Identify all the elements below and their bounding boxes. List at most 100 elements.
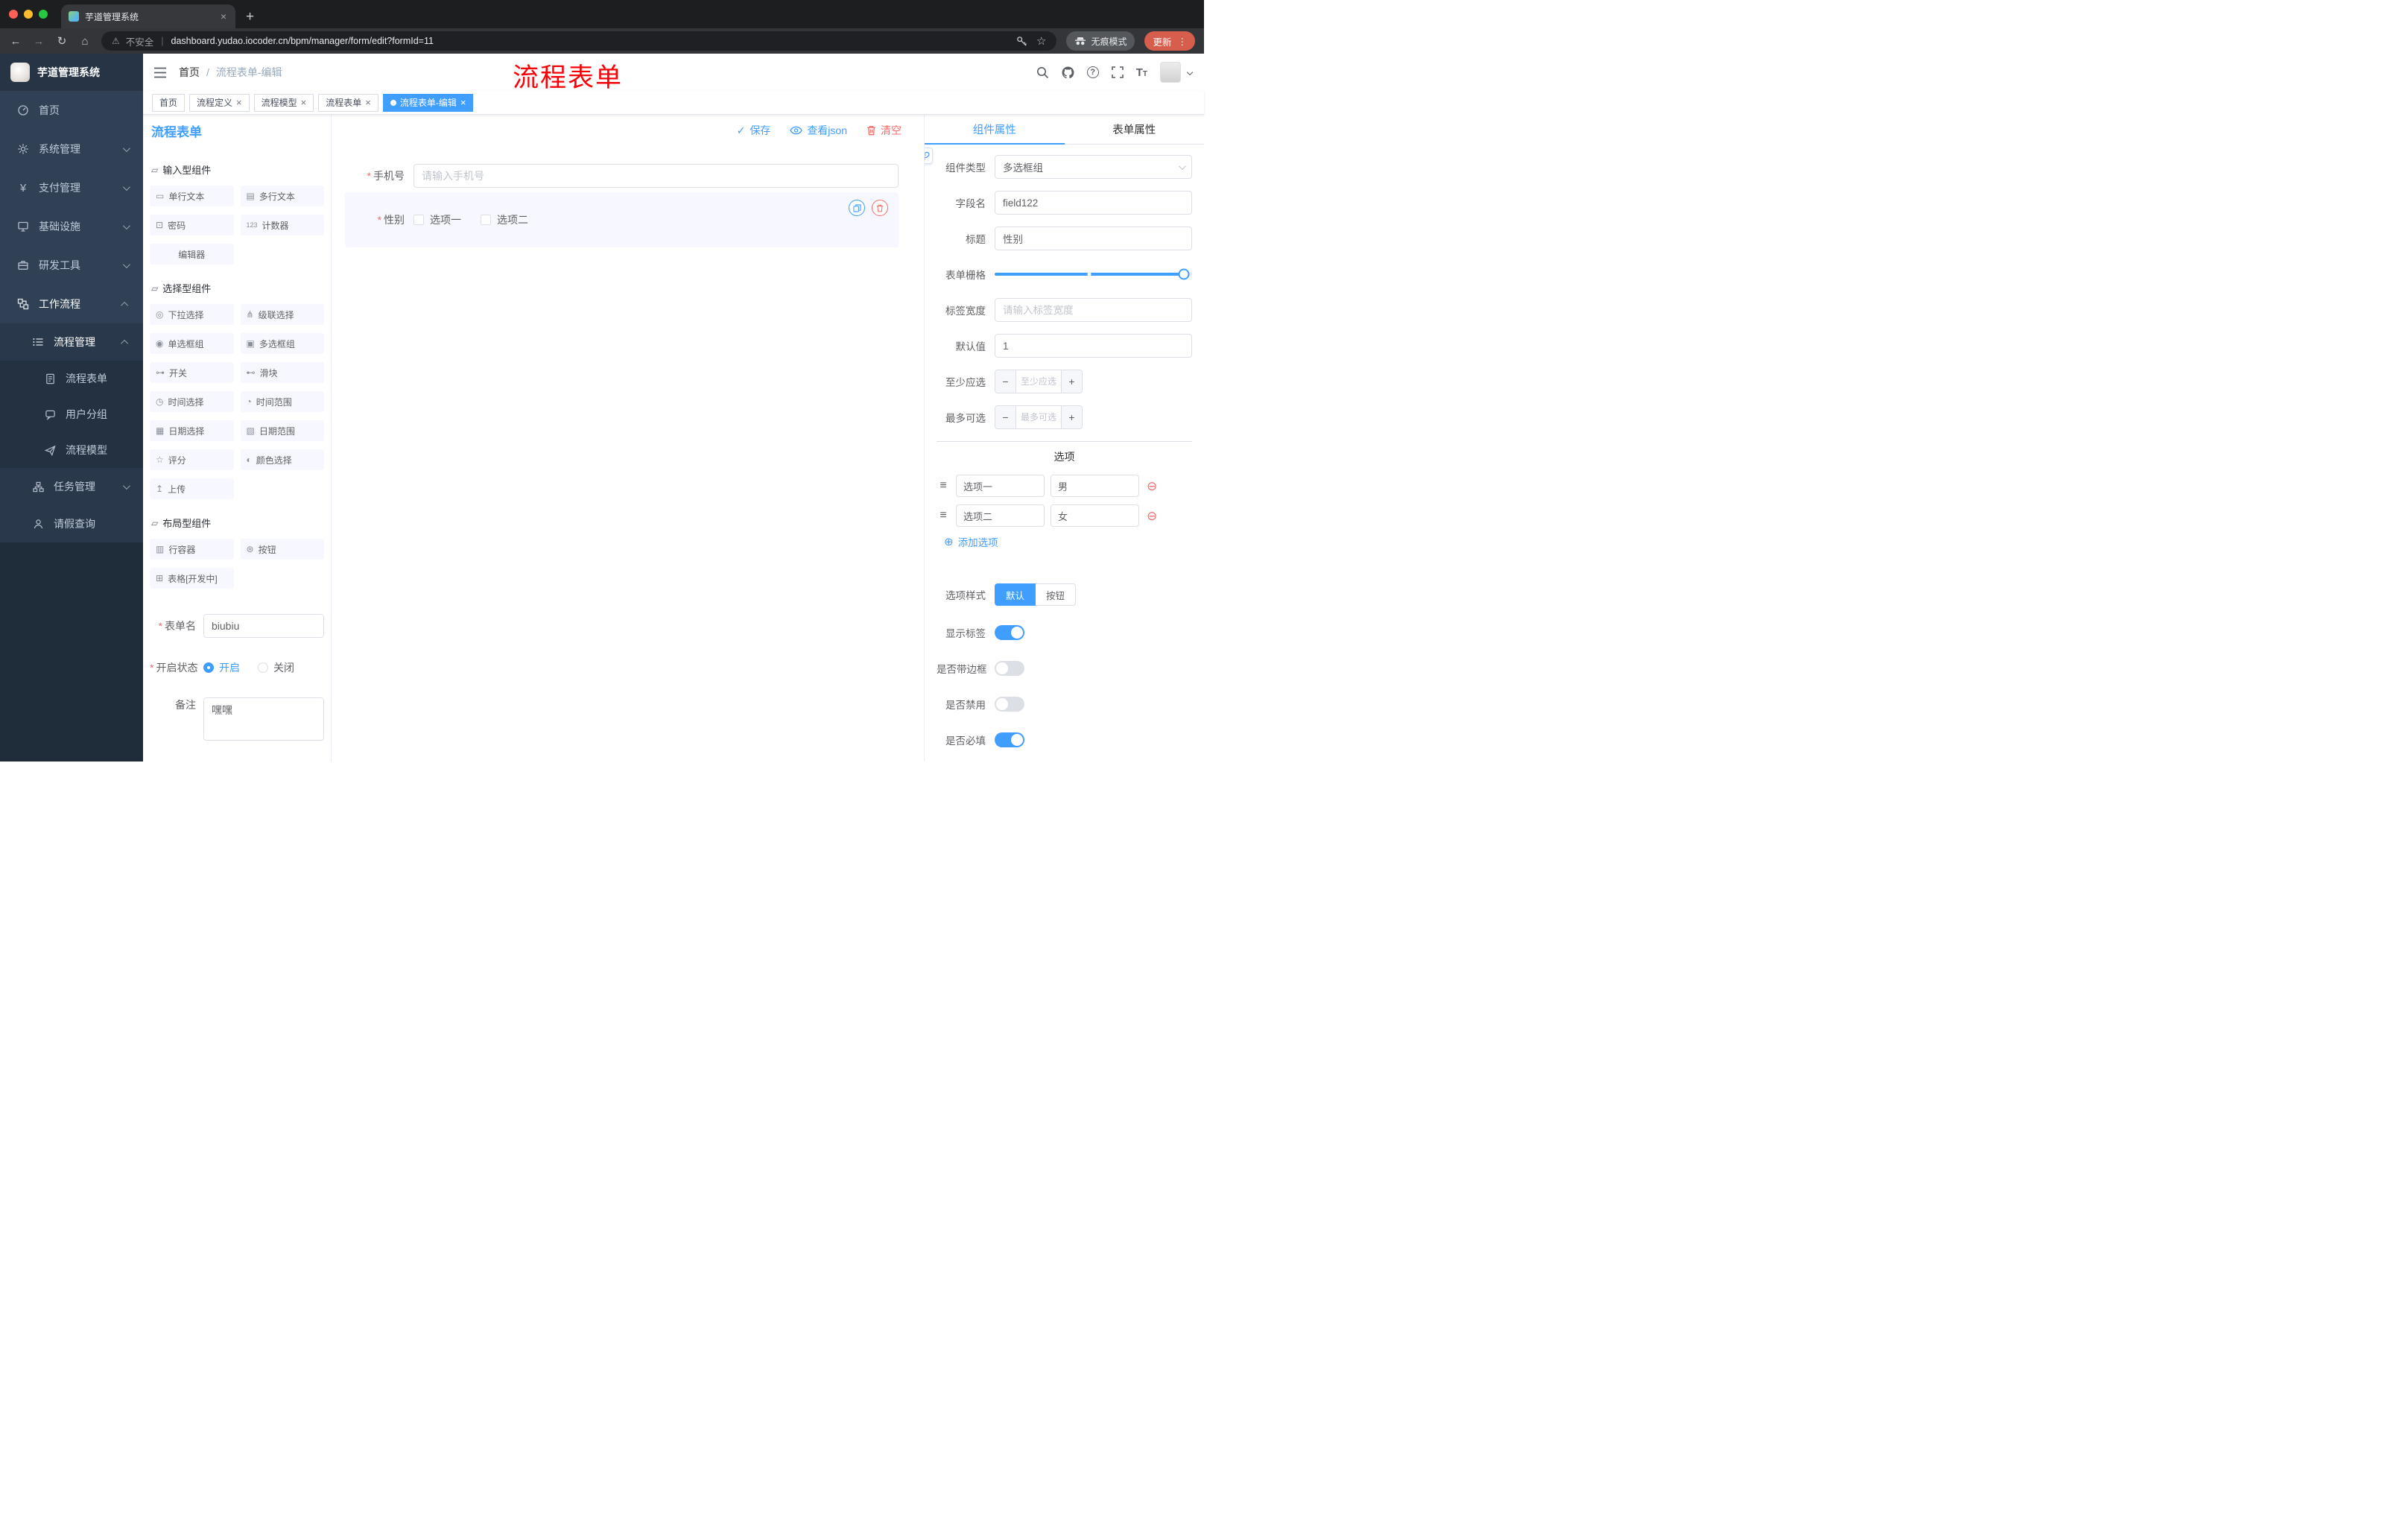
remove-option-icon[interactable]: ⊖ bbox=[1147, 480, 1157, 493]
tag-home[interactable]: 首页 bbox=[152, 93, 186, 112]
back-icon[interactable]: ← bbox=[9, 35, 22, 48]
option-2-label-input[interactable] bbox=[956, 504, 1045, 527]
required-switch[interactable] bbox=[995, 732, 1024, 747]
style-button-button[interactable]: 按钮 bbox=[1036, 583, 1077, 606]
disabled-switch[interactable] bbox=[995, 697, 1024, 712]
sidebar-item-user-group[interactable]: 用户分组 bbox=[0, 396, 143, 432]
label-width-input[interactable] bbox=[995, 298, 1192, 322]
component-time-range[interactable]: ◔ 时间范围 bbox=[240, 391, 324, 412]
tag-process-form[interactable]: 流程表单 × bbox=[318, 93, 378, 112]
sidebar-item-payment[interactable]: ¥ 支付管理 bbox=[0, 168, 143, 207]
password-key-icon[interactable] bbox=[1016, 36, 1027, 47]
canvas-field-phone[interactable]: 手机号 bbox=[345, 164, 899, 188]
default-value-input[interactable] bbox=[995, 334, 1192, 358]
gender-option-1-checkbox[interactable]: 选项一 bbox=[414, 212, 461, 227]
delete-field-button[interactable] bbox=[872, 200, 888, 216]
home-icon[interactable]: ⌂ bbox=[78, 35, 92, 48]
sidebar-item-infrastructure[interactable]: 基础设施 bbox=[0, 207, 143, 246]
security-label[interactable]: 不安全 bbox=[126, 34, 154, 48]
option-1-value-input[interactable] bbox=[1051, 475, 1139, 497]
slider-handle[interactable] bbox=[1178, 268, 1190, 280]
component-radio-group[interactable]: ◉ 单选框组 bbox=[150, 333, 234, 354]
style-default-button[interactable]: 默认 bbox=[995, 583, 1036, 606]
tag-close-icon[interactable]: × bbox=[236, 98, 242, 107]
reload-icon[interactable]: ↻ bbox=[55, 34, 69, 48]
save-button[interactable]: ✓ 保存 bbox=[737, 123, 771, 138]
sidebar-item-task-management[interactable]: 任务管理 bbox=[0, 468, 143, 505]
tag-close-icon[interactable]: × bbox=[460, 98, 466, 107]
tag-process-definition[interactable]: 流程定义 × bbox=[189, 93, 250, 112]
component-switch[interactable]: ⊶ 开关 bbox=[150, 362, 234, 383]
component-checkbox-group[interactable]: ▣ 多选框组 bbox=[240, 333, 324, 354]
option-1-label-input[interactable] bbox=[956, 475, 1045, 497]
sidebar-item-system[interactable]: 系统管理 bbox=[0, 130, 143, 168]
help-icon[interactable]: ? bbox=[1086, 66, 1099, 78]
add-option-button[interactable]: ⊕ 添加选项 bbox=[944, 534, 1192, 549]
field-name-input[interactable] bbox=[995, 191, 1192, 215]
url-text[interactable]: dashboard.yudao.iocoder.cn/bpm/manager/f… bbox=[171, 36, 434, 46]
status-radio-on[interactable]: 开启 bbox=[203, 660, 240, 675]
link-icon[interactable] bbox=[925, 148, 933, 164]
component-password[interactable]: ⊡ 密码 bbox=[150, 215, 234, 235]
tab-close-icon[interactable]: × bbox=[219, 10, 228, 22]
window-minimize-button[interactable] bbox=[24, 10, 33, 19]
phone-field-input[interactable] bbox=[414, 164, 899, 188]
hamburger-icon[interactable] bbox=[153, 67, 167, 78]
component-date-picker[interactable]: ▦ 日期选择 bbox=[150, 420, 234, 441]
fullscreen-icon[interactable] bbox=[1111, 66, 1124, 78]
component-upload[interactable]: ↥ 上传 bbox=[150, 478, 234, 499]
gender-option-2-checkbox[interactable]: 选项二 bbox=[481, 212, 528, 227]
sidebar-item-workflow[interactable]: 工作流程 bbox=[0, 285, 143, 323]
canvas-field-gender-selected[interactable]: 性别 选项一 选项二 bbox=[345, 192, 899, 247]
omnibox[interactable]: ⚠ 不安全 | dashboard.yudao.iocoder.cn/bpm/m… bbox=[101, 31, 1057, 51]
component-rate[interactable]: ☆ 评分 bbox=[150, 449, 234, 470]
max-select-input[interactable] bbox=[1016, 406, 1061, 428]
sidebar-logo[interactable]: 芋道管理系统 bbox=[0, 54, 143, 91]
browser-menu-kebab-icon[interactable]: ⋮ bbox=[1178, 36, 1188, 47]
tab-component-props[interactable]: 组件属性 bbox=[925, 115, 1065, 145]
font-size-icon[interactable]: TT bbox=[1136, 66, 1147, 79]
component-row-container[interactable]: ▥ 行容器 bbox=[150, 539, 234, 560]
form-canvas[interactable]: 手机号 性别 bbox=[332, 146, 924, 762]
sidebar-item-devtools[interactable]: 研发工具 bbox=[0, 246, 143, 285]
breadcrumb-home[interactable]: 首页 bbox=[179, 65, 200, 80]
drag-handle-icon[interactable]: ≡ bbox=[937, 509, 950, 522]
forward-icon[interactable]: → bbox=[32, 35, 45, 48]
form-name-input[interactable] bbox=[203, 614, 324, 638]
sidebar-item-home[interactable]: 首页 bbox=[0, 91, 143, 130]
stepper-increase-button[interactable]: + bbox=[1061, 406, 1082, 428]
border-switch[interactable] bbox=[995, 661, 1024, 676]
form-grid-slider[interactable] bbox=[995, 262, 1192, 286]
option-2-value-input[interactable] bbox=[1051, 504, 1139, 527]
remove-option-icon[interactable]: ⊖ bbox=[1147, 510, 1157, 522]
form-remark-textarea[interactable]: 嘿嘿 bbox=[203, 697, 324, 741]
sidebar-item-process-management[interactable]: 流程管理 bbox=[0, 323, 143, 361]
stepper-decrease-button[interactable]: − bbox=[995, 406, 1016, 428]
component-color-picker[interactable]: ◐ 颜色选择 bbox=[240, 449, 324, 470]
slider-track[interactable] bbox=[995, 268, 1192, 280]
component-textarea[interactable]: ▤ 多行文本 bbox=[240, 186, 324, 206]
search-icon[interactable] bbox=[1036, 66, 1049, 79]
browser-update-button[interactable]: 更新 ⋮ bbox=[1144, 31, 1195, 51]
component-type-select[interactable]: 多选框组 bbox=[995, 155, 1192, 179]
new-tab-button[interactable]: + bbox=[246, 10, 254, 24]
avatar[interactable] bbox=[1160, 62, 1181, 83]
tag-close-icon[interactable]: × bbox=[301, 98, 307, 107]
component-date-range[interactable]: ▧ 日期范围 bbox=[240, 420, 324, 441]
sidebar-item-process-model[interactable]: 流程模型 bbox=[0, 432, 143, 468]
component-button[interactable]: ⊛ 按钮 bbox=[240, 539, 324, 560]
component-time-picker[interactable]: ◷ 时间选择 bbox=[150, 391, 234, 412]
copy-field-button[interactable] bbox=[849, 200, 865, 216]
stepper-decrease-button[interactable]: − bbox=[995, 370, 1016, 393]
tab-form-props[interactable]: 表单属性 bbox=[1065, 115, 1205, 144]
view-json-button[interactable]: 查看json bbox=[790, 123, 847, 138]
component-counter[interactable]: 123 计数器 bbox=[240, 215, 324, 235]
tag-process-form-edit[interactable]: 流程表单-编辑 × bbox=[382, 93, 474, 112]
window-zoom-button[interactable] bbox=[39, 10, 48, 19]
github-icon[interactable] bbox=[1062, 66, 1074, 79]
min-select-input[interactable] bbox=[1016, 370, 1061, 393]
clear-button[interactable]: 清空 bbox=[866, 123, 902, 138]
tag-process-model[interactable]: 流程模型 × bbox=[253, 93, 314, 112]
title-input[interactable] bbox=[995, 227, 1192, 250]
component-editor[interactable]: 编辑器 bbox=[150, 244, 234, 265]
